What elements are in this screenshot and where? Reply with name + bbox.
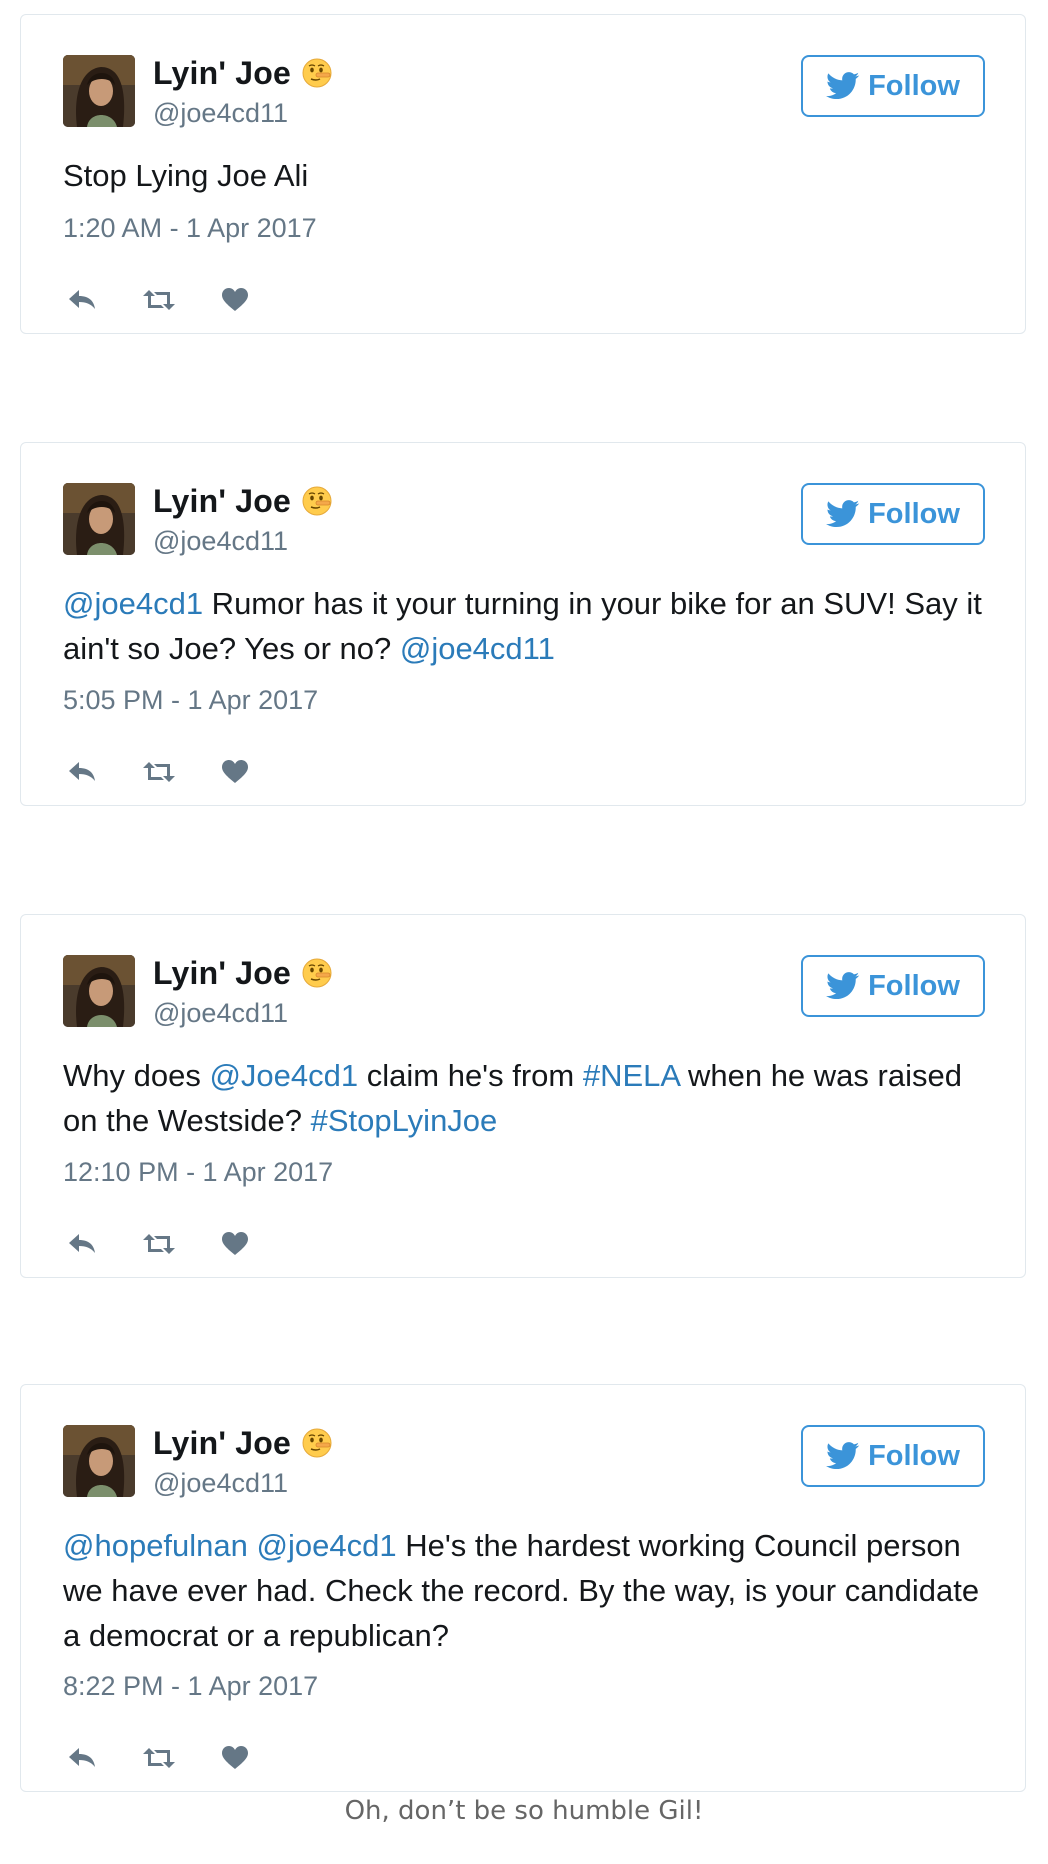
author-name[interactable]: Lyin' Joe	[153, 955, 291, 992]
author-handle[interactable]: @joe4cd11	[153, 98, 288, 129]
lying-face-emoji-icon	[301, 485, 333, 517]
author-name[interactable]: Lyin' Joe	[153, 55, 291, 92]
tweet-text: Why does @Joe4cd1 claim he's from #NELA …	[63, 1053, 985, 1143]
tweet-text: Stop Lying Joe Ali	[63, 153, 985, 198]
twitter-bird-icon	[826, 972, 860, 1000]
tweet-timestamp[interactable]: 12:10 PM - 1 Apr 2017	[63, 1157, 333, 1188]
retweet-icon[interactable]	[139, 283, 179, 317]
tweet-actions	[63, 1741, 291, 1775]
lying-face-emoji-icon	[301, 1427, 333, 1459]
tweet-text-segment: Stop Lying Joe Ali	[63, 158, 309, 193]
mention-link[interactable]: @joe4cd11	[400, 631, 555, 666]
follow-label: Follow	[868, 69, 960, 102]
follow-label: Follow	[868, 1439, 960, 1472]
lying-face-emoji-icon	[301, 957, 333, 989]
retweet-icon[interactable]	[139, 1741, 179, 1775]
tweet-text: @hopefulnan @joe4cd1 He's the hardest wo…	[63, 1523, 985, 1658]
author-name-row: Lyin' Joe	[153, 1423, 333, 1463]
avatar[interactable]	[63, 955, 135, 1027]
hashtag-link[interactable]: #StopLyinJoe	[311, 1103, 498, 1138]
tweet-card: Lyin' Joe @joe4cd11 Follow Why does @Joe…	[20, 914, 1026, 1278]
mention-link[interactable]: @hopefulnan	[63, 1528, 248, 1563]
hashtag-link[interactable]: #NELA	[583, 1058, 680, 1093]
like-icon[interactable]	[215, 1227, 255, 1261]
twitter-bird-icon	[826, 500, 860, 528]
author-handle[interactable]: @joe4cd11	[153, 998, 288, 1029]
twitter-bird-icon	[826, 1442, 860, 1470]
author-name-row: Lyin' Joe	[153, 481, 333, 521]
tweet-actions	[63, 283, 291, 317]
tweet-timestamp[interactable]: 1:20 AM - 1 Apr 2017	[63, 213, 317, 244]
retweet-icon[interactable]	[139, 755, 179, 789]
like-icon[interactable]	[215, 1741, 255, 1775]
avatar[interactable]	[63, 483, 135, 555]
tweet-card: Lyin' Joe @joe4cd11 Follow @hopefulnan @…	[20, 1384, 1026, 1792]
avatar[interactable]	[63, 55, 135, 127]
follow-button[interactable]: Follow	[801, 55, 985, 117]
like-icon[interactable]	[215, 283, 255, 317]
follow-label: Follow	[868, 497, 960, 530]
mention-link[interactable]: @Joe4cd1	[209, 1058, 358, 1093]
tweet-text-segment	[248, 1528, 257, 1563]
follow-label: Follow	[868, 969, 960, 1002]
image-caption: Oh, don’t be so humble Gil!	[344, 1796, 704, 1826]
author-name-row: Lyin' Joe	[153, 953, 333, 993]
tweet-text: @joe4cd1 Rumor has it your turning in yo…	[63, 581, 985, 671]
tweet-card: Lyin' Joe @joe4cd11 Follow Stop Lying Jo…	[20, 14, 1026, 334]
reply-icon[interactable]	[63, 1741, 103, 1775]
twitter-bird-icon	[826, 72, 860, 100]
tweet-actions	[63, 755, 291, 789]
author-name-row: Lyin' Joe	[153, 53, 333, 93]
retweet-icon[interactable]	[139, 1227, 179, 1261]
tweet-actions	[63, 1227, 291, 1261]
reply-icon[interactable]	[63, 283, 103, 317]
tweet-text-segment: Why does	[63, 1058, 210, 1093]
mention-link[interactable]: @joe4cd1	[257, 1528, 397, 1563]
follow-button[interactable]: Follow	[801, 1425, 985, 1487]
tweet-text-segment: claim he's from	[358, 1058, 583, 1093]
reply-icon[interactable]	[63, 1227, 103, 1261]
tweet-timestamp[interactable]: 5:05 PM - 1 Apr 2017	[63, 685, 318, 716]
follow-button[interactable]: Follow	[801, 483, 985, 545]
follow-button[interactable]: Follow	[801, 955, 985, 1017]
author-name[interactable]: Lyin' Joe	[153, 483, 291, 520]
lying-face-emoji-icon	[301, 57, 333, 89]
reply-icon[interactable]	[63, 755, 103, 789]
author-handle[interactable]: @joe4cd11	[153, 1468, 288, 1499]
tweet-timestamp[interactable]: 8:22 PM - 1 Apr 2017	[63, 1671, 318, 1702]
author-handle[interactable]: @joe4cd11	[153, 526, 288, 557]
tweet-card: Lyin' Joe @joe4cd11 Follow @joe4cd1 Rumo…	[20, 442, 1026, 806]
author-name[interactable]: Lyin' Joe	[153, 1425, 291, 1462]
mention-link[interactable]: @joe4cd1	[63, 586, 203, 621]
like-icon[interactable]	[215, 755, 255, 789]
avatar[interactable]	[63, 1425, 135, 1497]
